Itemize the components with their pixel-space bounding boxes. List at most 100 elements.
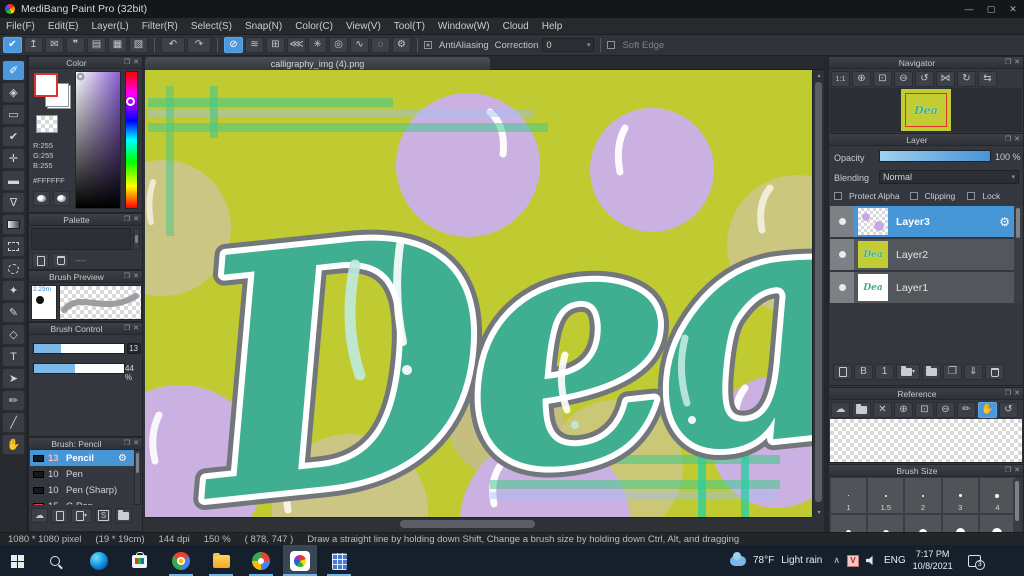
reference-zoom-in-button[interactable]: ⊕ (894, 402, 913, 418)
new-palette-button[interactable] (32, 253, 49, 268)
snap-parallel-icon[interactable]: ≋ (245, 37, 264, 53)
popout-icon[interactable]: ❐ (1005, 390, 1011, 397)
weather-temp[interactable]: 78°F (753, 555, 774, 566)
zoom-in-button[interactable]: ⊕ (852, 71, 871, 87)
reference-hand-button[interactable]: ✋ (978, 402, 997, 418)
brush-list-scrollbar[interactable] (134, 450, 141, 505)
layer-folder-button[interactable] (922, 364, 941, 380)
new-8bit-layer-button[interactable]: B (854, 364, 873, 380)
popout-icon[interactable]: ❐ (124, 59, 130, 66)
lasso-tool[interactable] (2, 258, 25, 279)
close-icon[interactable]: ✕ (133, 440, 139, 447)
new-folder-button[interactable]: ▾ (896, 364, 920, 380)
eraser-tool[interactable]: ◈ (2, 82, 25, 103)
brush-size-1[interactable]: 1 (830, 477, 868, 514)
brush-opacity-slider[interactable] (33, 363, 125, 374)
close-icon[interactable]: ✕ (1014, 467, 1020, 474)
delete-palette-button[interactable] (52, 253, 69, 268)
correction-dropdown[interactable]: 0 ▾ (542, 38, 595, 52)
navigator-preview[interactable]: Dea (830, 88, 1022, 132)
brush-size-4[interactable]: 4 (978, 477, 1016, 514)
menu-edit[interactable]: Edit(E) (48, 21, 79, 32)
snap-off-icon[interactable]: ⊘ (224, 37, 243, 53)
reference-clear-button[interactable]: ✕ (873, 402, 892, 418)
palette-scrollbar[interactable] (133, 228, 140, 250)
gear-icon[interactable]: ⚙ (999, 215, 1010, 229)
text-tool[interactable]: T (2, 346, 25, 367)
select-eraser-tool[interactable]: ◇ (2, 324, 25, 345)
menu-view[interactable]: View(V) (346, 21, 381, 32)
close-button[interactable]: ✕ (1002, 0, 1024, 18)
reference-preview-area[interactable] (830, 419, 1022, 462)
add-brush-button[interactable] (51, 508, 68, 523)
reset-rotation-button[interactable]: ⋈ (936, 71, 955, 87)
menu-select[interactable]: Select(S) (191, 21, 232, 32)
layout-icon[interactable]: ▧ (129, 37, 148, 53)
hand-tool[interactable]: ✋ (2, 434, 25, 455)
menu-help[interactable]: Help (542, 21, 563, 32)
canvas-tab[interactable]: calligraphy_img (4).png (145, 57, 490, 70)
flip-view-button[interactable]: ⇆ (978, 71, 997, 87)
layer-row-layer3[interactable]: Layer3 ⚙ (830, 206, 1016, 237)
reference-eyedropper-button[interactable]: ✏ (957, 402, 976, 418)
menu-tool[interactable]: Tool(T) (394, 21, 425, 32)
reference-fit-button[interactable]: ⊡ (915, 402, 934, 418)
script-brush-button[interactable]: S (95, 508, 112, 523)
delete-layer-button[interactable] (985, 364, 1004, 380)
canvas[interactable]: Dea Dea (145, 70, 812, 517)
canvas-vertical-scrollbar[interactable]: ▴ ▾ (812, 70, 824, 517)
menu-file[interactable]: File(F) (6, 21, 35, 32)
brush-item-pencil[interactable]: 13 Pencil ⚙ (30, 450, 135, 466)
comment-icon[interactable]: ✉ (45, 37, 64, 53)
new-layer-button[interactable] (833, 364, 852, 380)
menu-color[interactable]: Color(C) (295, 21, 333, 32)
protect-alpha-checkbox[interactable] (834, 192, 842, 200)
zoom-out-button[interactable]: ⊖ (894, 71, 913, 87)
popout-icon[interactable]: ❐ (124, 216, 130, 223)
palette-add-button[interactable] (53, 191, 70, 206)
layer-list-scrollbar[interactable] (1014, 206, 1022, 303)
eyedropper-tool[interactable]: ✏ (2, 390, 25, 411)
close-icon[interactable]: ✕ (133, 216, 139, 223)
gradient-tool[interactable] (2, 214, 25, 235)
brush-folder-button[interactable] (115, 508, 132, 523)
soft-edge-checkbox[interactable] (607, 41, 616, 49)
taskbar-browser-app[interactable] (250, 550, 272, 572)
object-tool[interactable]: ➤ (2, 368, 25, 389)
layer-row-layer1[interactable]: Dea Layer1 (830, 272, 1016, 303)
layer-row-layer2[interactable]: Dea Layer2 (830, 239, 1016, 270)
select-tool[interactable] (2, 236, 25, 257)
reference-cloud-button[interactable]: ☁ (831, 402, 850, 418)
palette-list[interactable] (31, 228, 131, 250)
brush-item-gpen[interactable]: 15 G Pen (30, 498, 135, 505)
history-panel-icon[interactable]: ▦ (108, 37, 127, 53)
popout-icon[interactable]: ❐ (124, 325, 130, 332)
popout-icon[interactable]: ❐ (1005, 136, 1011, 143)
saturation-value-picker[interactable] (75, 71, 121, 209)
brush-size-slider[interactable] (33, 343, 125, 354)
clipping-checkbox[interactable] (909, 192, 918, 200)
undo-button[interactable]: ↶ (161, 37, 185, 53)
transparent-color-swatch[interactable] (36, 115, 58, 133)
popout-icon[interactable]: ❐ (124, 273, 130, 280)
taskbar-edge[interactable] (88, 550, 110, 572)
snap-cross-icon[interactable]: ✳ (308, 37, 327, 53)
share-icon[interactable]: ↥ (24, 37, 43, 53)
duplicate-layer-button[interactable]: ❐ (943, 364, 962, 380)
brush-size-1-5[interactable]: 1.5 (867, 477, 905, 514)
select-pen-tool[interactable]: ✎ (2, 302, 25, 323)
language-indicator[interactable]: ENG (884, 555, 906, 566)
brush-tool[interactable]: ✐ (2, 60, 25, 81)
rotate-left-button[interactable]: ↺ (915, 71, 934, 87)
brush-item-pen-sharp[interactable]: 10 Pen (Sharp) (30, 482, 135, 498)
blending-dropdown[interactable]: Normal ▾ (879, 170, 1019, 184)
clock[interactable]: 7:17 PM 10/8/2021 (913, 549, 953, 572)
maximize-button[interactable]: ▢ (980, 0, 1002, 18)
redo-button[interactable]: ↷ (187, 37, 211, 53)
menu-window[interactable]: Window(W) (438, 21, 490, 32)
snap-concentric-icon[interactable]: ◎ (329, 37, 348, 53)
minimize-button[interactable]: — (958, 0, 980, 18)
chat-icon[interactable]: ❞ (66, 37, 85, 53)
menu-filter[interactable]: Filter(R) (142, 21, 178, 32)
layer-visibility-toggle[interactable] (830, 206, 854, 237)
